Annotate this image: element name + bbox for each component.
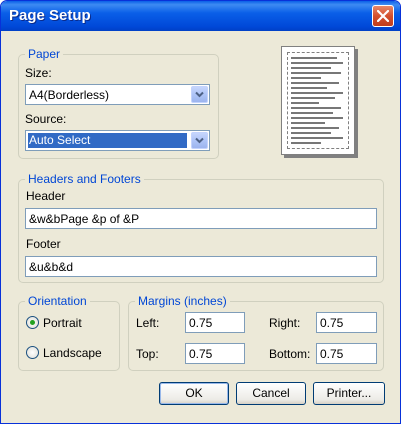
header-label: Header — [26, 189, 66, 203]
orientation-group: Orientation — [18, 294, 120, 371]
source-dropdown[interactable]: Auto Select — [25, 130, 210, 151]
bottom-margin-label: Bottom: — [269, 347, 311, 361]
right-margin-label: Right: — [269, 316, 301, 330]
header-input[interactable]: &w&bPage &p of &P — [25, 208, 377, 229]
cancel-button[interactable]: Cancel — [236, 382, 306, 405]
printer-button[interactable]: Printer... — [313, 382, 385, 405]
ok-button[interactable]: OK — [159, 382, 229, 405]
header-value: &w&bPage &p of &P — [29, 212, 140, 226]
size-value: A4(Borderless) — [29, 88, 110, 102]
title-bar[interactable]: Page Setup — [1, 1, 400, 31]
close-icon — [377, 10, 389, 22]
source-value: Auto Select — [28, 133, 187, 148]
left-margin-value: 0.75 — [189, 316, 213, 330]
left-margin-label: Left: — [136, 316, 160, 330]
size-label: Size: — [25, 66, 52, 80]
chevron-down-icon — [195, 137, 204, 144]
size-dropdown-button[interactable] — [191, 86, 208, 103]
source-dropdown-button[interactable] — [191, 132, 208, 149]
portrait-radio[interactable] — [26, 316, 39, 329]
window-title: Page Setup — [9, 7, 91, 24]
portrait-label[interactable]: Portrait — [43, 316, 82, 330]
page-preview — [281, 46, 355, 155]
footer-label: Footer — [26, 237, 61, 251]
bottom-margin-value: 0.75 — [320, 347, 344, 361]
page-setup-dialog: Page Setup Paper Size: A4(Borderless) So… — [0, 0, 401, 424]
top-margin-label: Top: — [136, 347, 159, 361]
paper-group-title: Paper — [25, 47, 64, 61]
page-preview-margins — [287, 52, 349, 149]
top-margin-input[interactable]: 0.75 — [185, 343, 245, 364]
footer-value: &u&b&d — [29, 260, 74, 274]
top-margin-value: 0.75 — [189, 347, 213, 361]
chevron-down-icon — [195, 91, 204, 98]
landscape-radio[interactable] — [26, 346, 39, 359]
bottom-margin-input[interactable]: 0.75 — [316, 343, 377, 364]
orientation-group-title: Orientation — [25, 294, 90, 308]
margins-group-title: Margins (inches) — [135, 294, 230, 308]
right-margin-value: 0.75 — [320, 316, 344, 330]
landscape-label[interactable]: Landscape — [43, 346, 102, 360]
radio-selected-dot — [30, 320, 35, 325]
close-button[interactable] — [372, 5, 394, 27]
footer-input[interactable]: &u&b&d — [25, 256, 377, 277]
right-margin-input[interactable]: 0.75 — [316, 312, 377, 333]
source-label: Source: — [25, 112, 67, 126]
left-margin-input[interactable]: 0.75 — [185, 312, 245, 333]
headers-footers-group-title: Headers and Footers — [25, 172, 144, 186]
size-dropdown[interactable]: A4(Borderless) — [25, 84, 210, 105]
